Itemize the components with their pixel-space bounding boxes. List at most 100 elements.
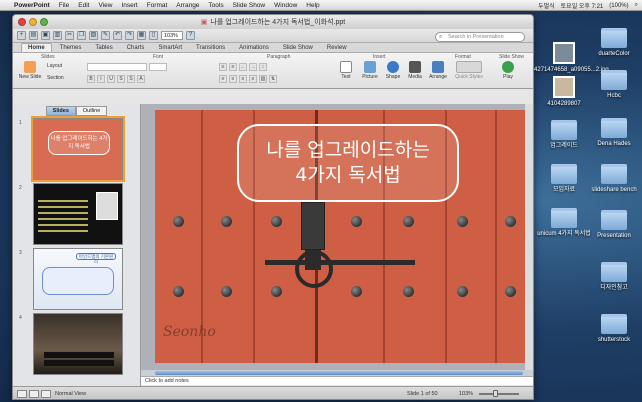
- menu-edit[interactable]: Edit: [78, 2, 89, 9]
- gallery-icon[interactable]: ▦: [137, 31, 146, 40]
- new-slide-button[interactable]: New Slide: [17, 61, 43, 80]
- font-color-button[interactable]: A: [137, 75, 145, 83]
- desktop-folder-dena-hades[interactable]: Dena Hades: [584, 118, 642, 148]
- new-icon[interactable]: +: [17, 31, 26, 40]
- arrange-button[interactable]: Arrange: [427, 61, 449, 80]
- insert-text-button[interactable]: Text: [337, 61, 355, 80]
- vertical-scrollbar[interactable]: [525, 104, 533, 370]
- tab-home[interactable]: Home: [21, 43, 52, 52]
- minimize-button[interactable]: [29, 18, 37, 26]
- columns-button[interactable]: ▥: [259, 75, 267, 83]
- undo-icon[interactable]: ↶: [113, 31, 122, 40]
- desktop-folder-duartecolor[interactable]: duarteColor: [584, 28, 642, 58]
- scrollbar-thumb[interactable]: [155, 371, 523, 375]
- desktop-folder-design[interactable]: 디자인참고: [584, 262, 642, 292]
- align-right-button[interactable]: ≡: [239, 75, 247, 83]
- redo-icon[interactable]: ↷: [125, 31, 134, 40]
- input-method[interactable]: 두벌식: [538, 1, 555, 10]
- insert-media-button[interactable]: Media: [405, 61, 425, 80]
- slide-thumbnail-3[interactable]: 마인드맵의 기본원리: [33, 248, 123, 310]
- slide-title-box[interactable]: 나를 업그레이드하는 4가지 독서법: [237, 124, 459, 202]
- underline-button[interactable]: U: [107, 75, 115, 83]
- slide-thumbnail-1[interactable]: 나를 업그레이드하는 4가지 독서법: [31, 116, 125, 182]
- desktop-folder-shutterstock[interactable]: shutterstock: [584, 314, 642, 344]
- numbering-button[interactable]: ≡: [229, 63, 237, 71]
- door-rivet: [457, 286, 468, 297]
- copy-icon[interactable]: ❐: [77, 31, 86, 40]
- line-spacing-button[interactable]: ↕: [259, 63, 267, 71]
- quick-styles-button[interactable]: Quick Styles: [451, 61, 487, 80]
- menu-view[interactable]: View: [98, 2, 112, 9]
- section-button[interactable]: Section: [47, 75, 64, 81]
- door-rivet: [403, 216, 414, 227]
- align-center-button[interactable]: ≡: [229, 75, 237, 83]
- font-name-field[interactable]: [87, 63, 147, 71]
- menu-file[interactable]: File: [59, 2, 69, 9]
- slide-sorter-view-button[interactable]: [29, 390, 39, 398]
- desktop-folder-hcbc[interactable]: Hcbc: [584, 70, 642, 100]
- shadow-button[interactable]: S: [127, 75, 135, 83]
- search-placeholder: Search in Presentation: [448, 34, 504, 40]
- slide-thumbnail-2[interactable]: [33, 183, 123, 245]
- menu-help[interactable]: Help: [306, 2, 319, 9]
- tab-tables[interactable]: Tables: [89, 44, 118, 52]
- cut-icon[interactable]: ✂: [65, 31, 74, 40]
- menu-insert[interactable]: Insert: [121, 2, 137, 9]
- zoom-slider[interactable]: [479, 390, 519, 397]
- help-icon[interactable]: ?: [186, 31, 195, 40]
- menu-tools[interactable]: Tools: [208, 2, 223, 9]
- tab-slide-show[interactable]: Slide Show: [277, 44, 319, 52]
- zoom-field[interactable]: 103%: [161, 31, 183, 40]
- slide-thumbnail-4[interactable]: [33, 313, 123, 375]
- insert-picture-button[interactable]: Picture: [359, 61, 381, 80]
- tab-review[interactable]: Review: [321, 44, 353, 52]
- italic-button[interactable]: I: [97, 75, 105, 83]
- tab-smartart[interactable]: SmartArt: [152, 44, 188, 52]
- format-painter-icon[interactable]: ✎: [101, 31, 110, 40]
- strikethrough-button[interactable]: S: [117, 75, 125, 83]
- play-button[interactable]: Play: [497, 61, 519, 80]
- justify-button[interactable]: ≡: [249, 75, 257, 83]
- layout-button[interactable]: Layout: [47, 63, 62, 69]
- menu-slide-show[interactable]: Slide Show: [233, 2, 266, 9]
- open-icon[interactable]: ▤: [29, 31, 38, 40]
- font-size-field[interactable]: [149, 63, 167, 71]
- tab-slides[interactable]: Slides: [45, 105, 76, 116]
- tab-themes[interactable]: Themes: [54, 44, 88, 52]
- thumbnail-4-caption: [44, 352, 114, 358]
- tab-animations[interactable]: Animations: [233, 44, 275, 52]
- decrease-indent-button[interactable]: ←: [239, 63, 247, 71]
- menu-arrange[interactable]: Arrange: [176, 2, 199, 9]
- desktop-label: shutterstock: [597, 337, 631, 343]
- bold-button[interactable]: B: [87, 75, 95, 83]
- close-button[interactable]: [18, 18, 26, 26]
- normal-view-button[interactable]: [17, 390, 27, 398]
- align-left-button[interactable]: ≡: [219, 75, 227, 83]
- desktop-folder-slideshare-bench[interactable]: slideshare bench: [584, 164, 642, 194]
- desktop-folder-presentation[interactable]: Presentation: [584, 210, 642, 240]
- tab-charts[interactable]: Charts: [121, 44, 151, 52]
- sidebar-icon[interactable]: ▯: [149, 31, 158, 40]
- save-icon[interactable]: ▣: [41, 31, 50, 40]
- menu-format[interactable]: Format: [147, 2, 168, 9]
- zoom-slider-knob[interactable]: [493, 390, 498, 397]
- menu-app-name[interactable]: PowerPoint: [14, 2, 50, 9]
- search-input[interactable]: ⌕ Search in Presentation: [435, 32, 525, 42]
- increase-indent-button[interactable]: →: [249, 63, 257, 71]
- print-icon[interactable]: ▥: [53, 31, 62, 40]
- tab-outline[interactable]: Outline: [75, 105, 108, 116]
- clock[interactable]: 토요일 오후 7:21: [561, 1, 604, 10]
- slide-show-view-button[interactable]: [41, 390, 51, 398]
- search-icon[interactable]: ⌕: [635, 2, 638, 9]
- battery-status[interactable]: (100%): [609, 3, 628, 9]
- menu-window[interactable]: Window: [274, 2, 297, 9]
- text-direction-button[interactable]: ⇅: [269, 75, 277, 83]
- insert-shape-button[interactable]: Shape: [383, 61, 403, 80]
- paste-icon[interactable]: ▧: [89, 31, 98, 40]
- tab-transitions[interactable]: Transitions: [190, 44, 231, 52]
- zoom-button[interactable]: [40, 18, 48, 26]
- door-latch: [301, 202, 325, 250]
- bullets-button[interactable]: ≡: [219, 63, 227, 71]
- current-slide[interactable]: 나를 업그레이드하는 4가지 독서법 Seonho: [155, 110, 527, 363]
- notes-pane[interactable]: Click to add notes: [141, 376, 533, 385]
